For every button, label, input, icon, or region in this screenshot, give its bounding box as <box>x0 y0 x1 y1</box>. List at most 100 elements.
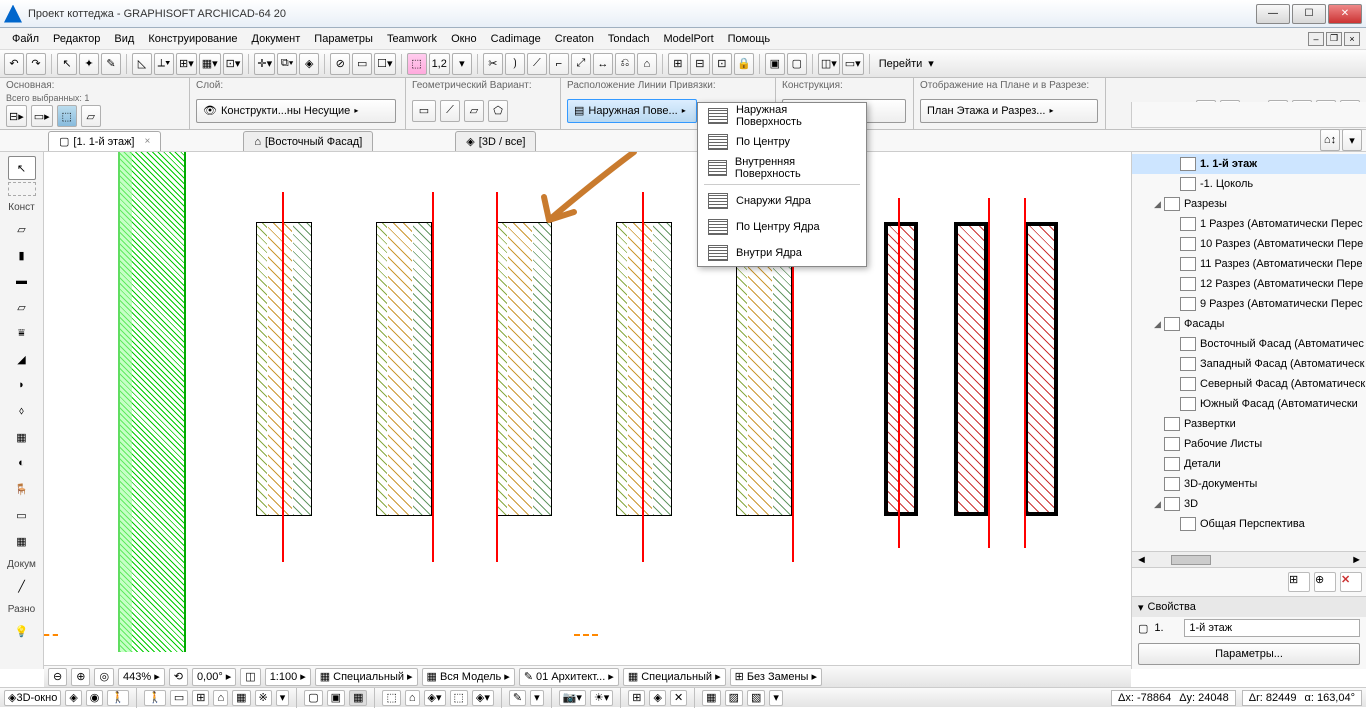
popup-core-inside[interactable]: Внутри Ядра <box>698 240 866 266</box>
measure-button[interactable]: ⟂▾ <box>154 53 174 75</box>
menu-help[interactable]: Помощь <box>722 31 777 47</box>
nav-item[interactable]: 9 Разрез (Автоматически Перес <box>1132 294 1366 314</box>
nav-item[interactable]: Северный Фасад (Автоматическ <box>1132 374 1366 394</box>
nav-item[interactable]: Развертки <box>1132 414 1366 434</box>
select-all-button[interactable]: ▭▸ <box>31 105 53 127</box>
nav-item[interactable]: ◢Разрезы <box>1132 194 1366 214</box>
trace-ref-button[interactable]: ☐▾ <box>374 53 395 75</box>
drawing-button[interactable]: ▭▾ <box>842 53 864 75</box>
zone-tool[interactable]: ▭ <box>8 503 36 527</box>
object-tool[interactable]: 🪑 <box>8 477 36 501</box>
redo-button[interactable]: ↷ <box>26 53 46 75</box>
b15[interactable]: ◈▾ <box>472 690 494 706</box>
layer-dropdown[interactable]: 👁 Конструкти...ны Несущие ▸ <box>196 99 396 123</box>
scale-icon[interactable]: ◫ <box>240 668 260 686</box>
close-button[interactable]: ✕ <box>1328 4 1362 24</box>
new-view-button[interactable]: ⊞ <box>1288 572 1310 592</box>
angle-value[interactable]: 0,00° ▸ <box>192 668 236 686</box>
pen-combo[interactable]: ✎ 01 Архитект... ▸ <box>519 668 619 686</box>
show-hide-button[interactable]: ⬚ <box>407 53 427 75</box>
nav-item[interactable]: Южный Фасад (Автоматически <box>1132 394 1366 414</box>
split-button[interactable]: ✂ <box>483 53 503 75</box>
zoom-out-button[interactable]: ⊖ <box>48 668 67 686</box>
group-button[interactable]: ⊞ <box>668 53 688 75</box>
tab-menu-button[interactable]: ▾ <box>1342 129 1362 151</box>
ungroup-button[interactable]: ⊟ <box>690 53 710 75</box>
display-dropdown[interactable]: План Этажа и Разрез... ▸ <box>920 99 1098 123</box>
resize-button[interactable]: ⤢ <box>571 53 591 75</box>
goto-label[interactable]: Перейти <box>875 58 927 70</box>
nav-item[interactable]: 10 Разрез (Автоматически Пере <box>1132 234 1366 254</box>
eyedropper-button[interactable]: ✎ <box>101 53 121 75</box>
b14[interactable]: ⬚ <box>450 690 468 706</box>
column-tool[interactable]: ▮ <box>8 243 36 267</box>
suspend-button[interactable]: ⊘ <box>330 53 350 75</box>
nav-item[interactable]: ◢Фасады <box>1132 314 1366 334</box>
tab-favorite-button[interactable]: ⌂↕ <box>1320 129 1340 151</box>
b11[interactable]: ⬚ <box>382 690 400 706</box>
display-order-button[interactable]: ▣ <box>765 53 785 75</box>
menu-window[interactable]: Окно <box>445 31 483 47</box>
stair-tool[interactable]: ⩸ <box>8 321 36 345</box>
b17[interactable]: ▾ <box>530 690 544 706</box>
layout-button[interactable]: ◫▾ <box>818 53 840 75</box>
popup-core-center[interactable]: По Центру Ядра <box>698 214 866 240</box>
minimize-button[interactable]: — <box>1256 4 1290 24</box>
popup-core-outside[interactable]: Снаружи Ядра <box>698 188 866 214</box>
suspend-group-button[interactable]: ⊡ <box>712 53 732 75</box>
geom-straight-button[interactable]: ▭ <box>412 100 436 122</box>
geom-trapez-button[interactable]: ▱ <box>464 100 484 122</box>
override-combo[interactable]: ⊞ Без Замены ▸ <box>730 668 822 686</box>
b4[interactable]: ⌂ <box>213 690 228 706</box>
b2[interactable]: ▭ <box>170 690 188 706</box>
view-3d-button[interactable]: ◈ 3D-окно <box>4 690 61 706</box>
marquee-tool[interactable] <box>8 182 36 196</box>
b6[interactable]: ※ <box>255 690 272 706</box>
nav-item[interactable]: Общая Перспектива <box>1132 514 1366 534</box>
intersect-button[interactable]: ⟋ <box>527 53 547 75</box>
b10[interactable]: ▦ <box>349 690 367 706</box>
layers-combo[interactable]: ▦ Специальный ▸ <box>315 668 418 686</box>
doc-restore-button[interactable]: ❐ <box>1326 32 1342 46</box>
dimension-button[interactable]: 1,2 <box>429 53 450 75</box>
b5[interactable]: ▦ <box>232 690 250 706</box>
stretch-button[interactable]: ↔ <box>593 53 613 75</box>
display-back-button[interactable]: ▢ <box>787 53 807 75</box>
popup-center[interactable]: По Центру <box>698 129 866 155</box>
offset-button[interactable]: ⎌ <box>615 53 635 75</box>
lamp-tool[interactable]: 💡 <box>8 619 36 643</box>
horizontal-scrollbar[interactable]: ◄► <box>1132 551 1366 567</box>
wall-icon-button[interactable]: ▱ <box>81 105 101 127</box>
goto-arrow-icon[interactable]: ▾ <box>928 57 934 70</box>
b25[interactable]: ▧ <box>747 690 765 706</box>
b26[interactable]: ▾ <box>769 690 783 706</box>
clone-view-button[interactable]: ⊕ <box>1314 572 1336 592</box>
b20[interactable]: ⊞ <box>628 690 645 706</box>
geom-poly-button[interactable]: ⬠ <box>488 100 508 122</box>
b23[interactable]: ▦ <box>702 690 720 706</box>
menu-cadimage[interactable]: Cadimage <box>485 31 547 47</box>
renov-combo[interactable]: ▦ Специальный ▸ <box>623 668 726 686</box>
label-button[interactable]: ▾ <box>452 53 472 75</box>
nav-item[interactable]: Восточный Фасад (Автоматичес <box>1132 334 1366 354</box>
coord-button[interactable]: ⊞▾ <box>176 53 197 75</box>
doc-close-button[interactable]: × <box>1344 32 1360 46</box>
menu-creaton[interactable]: Creaton <box>549 31 600 47</box>
b16[interactable]: ✎ <box>509 690 526 706</box>
menu-construct[interactable]: Конструирование <box>142 31 243 47</box>
b7[interactable]: ▾ <box>276 690 290 706</box>
snap-button[interactable]: ✛▾ <box>254 53 275 75</box>
adjust-button[interactable]: ⟯ <box>505 53 525 75</box>
b24[interactable]: ▨ <box>725 690 743 706</box>
slab-tool[interactable]: ▱ <box>8 295 36 319</box>
shell-tool[interactable]: ◗ <box>8 373 36 397</box>
popup-inner-surface[interactable]: Внутренняя Поверхность <box>698 155 866 181</box>
walk-button[interactable]: 🚶 <box>107 690 129 706</box>
menu-modelport[interactable]: ModelPort <box>658 31 720 47</box>
menu-params[interactable]: Параметры <box>308 31 379 47</box>
morph-tool[interactable]: ◐ <box>8 451 36 475</box>
arrow-tool[interactable]: ↖ <box>8 156 36 180</box>
menu-document[interactable]: Документ <box>246 31 307 47</box>
menu-tondach[interactable]: Tondach <box>602 31 656 47</box>
nav-item[interactable]: 12 Разрез (Автоматически Пере <box>1132 274 1366 294</box>
